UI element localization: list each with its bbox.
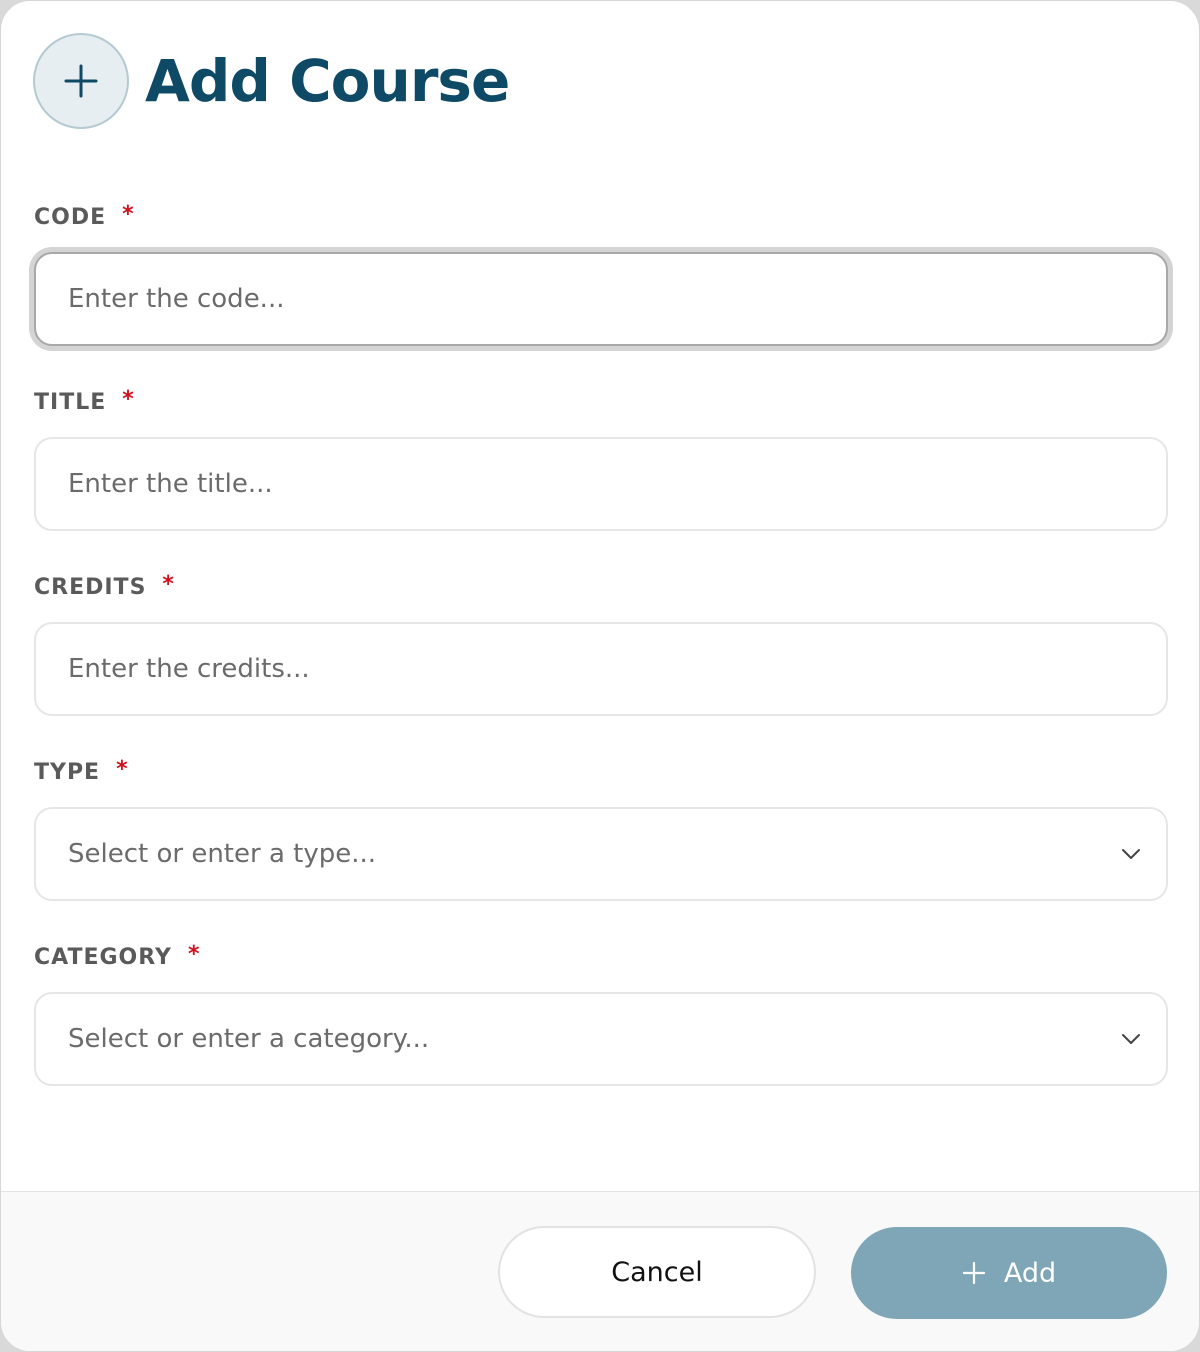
category-select[interactable]: Select or enter a category... bbox=[34, 992, 1168, 1086]
title-label: TITLE * bbox=[34, 387, 135, 415]
category-select-placeholder: Select or enter a category... bbox=[68, 1024, 430, 1054]
required-marker: * bbox=[187, 942, 201, 967]
dialog-footer: Cancel Add bbox=[1, 1191, 1199, 1351]
add-button[interactable]: Add bbox=[851, 1227, 1167, 1319]
category-label-text: CATEGORY bbox=[34, 945, 172, 970]
code-label: CODE * bbox=[34, 202, 135, 230]
code-label-text: CODE bbox=[34, 205, 107, 230]
chevron-down-icon[interactable] bbox=[1120, 843, 1142, 865]
add-button-label: Add bbox=[1003, 1257, 1057, 1289]
category-label: CATEGORY * bbox=[34, 942, 201, 970]
type-label: TYPE * bbox=[34, 757, 129, 785]
type-select-placeholder: Select or enter a type... bbox=[68, 839, 377, 869]
type-select[interactable]: Select or enter a type... bbox=[34, 807, 1168, 901]
cancel-button[interactable]: Cancel bbox=[498, 1226, 816, 1318]
required-marker: * bbox=[122, 387, 135, 412]
required-marker: * bbox=[162, 572, 175, 597]
required-marker: * bbox=[122, 202, 135, 227]
chevron-down-icon[interactable] bbox=[1120, 1028, 1142, 1050]
add-course-dialog: Add Course CODE * TITLE * CREDITS * TYPE… bbox=[0, 0, 1200, 1352]
plus-icon bbox=[962, 1261, 986, 1285]
credits-label-text: CREDITS bbox=[34, 575, 147, 600]
credits-input[interactable] bbox=[34, 622, 1168, 716]
title-input[interactable] bbox=[34, 437, 1168, 531]
credits-label: CREDITS * bbox=[34, 572, 175, 600]
code-input[interactable] bbox=[34, 252, 1168, 346]
type-label-text: TYPE bbox=[34, 760, 101, 785]
header-plus-badge bbox=[33, 33, 129, 129]
required-marker: * bbox=[116, 757, 129, 782]
dialog-header: Add Course bbox=[33, 33, 510, 129]
plus-icon bbox=[64, 64, 98, 98]
title-label-text: TITLE bbox=[34, 390, 107, 415]
page-title: Add Course bbox=[145, 47, 510, 115]
